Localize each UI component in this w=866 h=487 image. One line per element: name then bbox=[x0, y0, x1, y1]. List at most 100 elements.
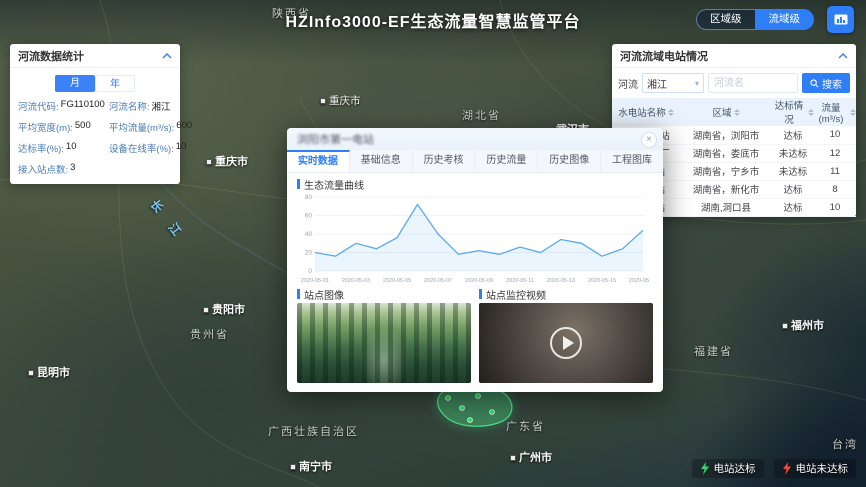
dashboard-panel-button[interactable] bbox=[827, 6, 854, 33]
lightning-icon bbox=[700, 462, 710, 475]
svg-text:2020-05-17: 2020-05-17 bbox=[629, 278, 649, 284]
toggle-basin-level[interactable]: 流域级 bbox=[755, 9, 815, 30]
modal-body: 生态流量曲线 0 20 40 60 80 2020-05-01 2020-05-03 2020… bbox=[287, 173, 663, 389]
sort-icon bbox=[668, 109, 674, 116]
site-video-section: 站点监控视频 bbox=[479, 287, 653, 383]
station-status-legend: 电站达标 电站未达标 bbox=[692, 459, 857, 478]
site-photo[interactable] bbox=[297, 303, 471, 383]
panel-title: 河流数据统计 bbox=[18, 48, 84, 64]
chevron-down-icon: ▾ bbox=[695, 79, 699, 88]
statistics-fields: 河流代码:FG110100 河流名称:湘江 平均宽度(m):500 平均流量(m… bbox=[18, 99, 172, 176]
city-marker-icon bbox=[28, 370, 34, 376]
city-marker-icon bbox=[320, 98, 326, 104]
tab-history-review[interactable]: 历史考核 bbox=[413, 150, 476, 172]
svg-text:2020-05-09: 2020-05-09 bbox=[465, 278, 493, 284]
legend-compliant[interactable]: 电站达标 bbox=[692, 459, 764, 478]
search-icon bbox=[810, 79, 819, 88]
city-marker-icon bbox=[510, 455, 516, 461]
column-station-name[interactable]: 水电站名称 bbox=[612, 98, 680, 126]
eco-flow-chart: 0 20 40 60 80 2020-05-01 2020-05-03 2020-05-05 2… bbox=[297, 191, 649, 285]
svg-text:2020-05-11: 2020-05-11 bbox=[506, 278, 534, 284]
modal-title: 浏阳市第一电站 bbox=[297, 131, 374, 147]
field-device-online-rate: 设备在线率(%):10 bbox=[109, 141, 192, 155]
map-label: 重庆市 bbox=[206, 153, 248, 169]
tab-month[interactable]: 月 bbox=[55, 75, 95, 92]
bar-chart-icon bbox=[833, 12, 849, 28]
map-label: 南宁市 bbox=[290, 458, 332, 474]
svg-text:80: 80 bbox=[305, 194, 313, 201]
chevron-up-icon bbox=[162, 53, 172, 59]
tab-project-gallery[interactable]: 工程图库 bbox=[601, 150, 663, 172]
map-label: 湖北省 bbox=[462, 107, 501, 123]
field-compliance-rate: 达标率(%):10 bbox=[18, 141, 105, 155]
svg-text:2020-05-15: 2020-05-15 bbox=[588, 278, 616, 284]
section-marker-icon bbox=[297, 289, 300, 299]
section-marker-icon bbox=[297, 179, 300, 189]
site-image-section: 站点图像 bbox=[297, 287, 471, 383]
media-row: 站点图像 站点监控视频 bbox=[297, 287, 653, 383]
sort-icon bbox=[734, 109, 740, 116]
river-name-input[interactable] bbox=[708, 73, 798, 93]
river-statistics-panel: 河流数据统计 月 年 河流代码:FG110100 河流名称:湘江 平均宽度(m)… bbox=[10, 44, 180, 184]
svg-text:60: 60 bbox=[305, 213, 313, 220]
tab-realtime-data[interactable]: 实时数据 bbox=[287, 150, 350, 172]
close-icon[interactable]: × bbox=[641, 132, 657, 148]
field-avg-width: 平均宽度(m):500 bbox=[18, 120, 105, 134]
panel-body: 月 年 河流代码:FG110100 河流名称:湘江 平均宽度(m):500 平均… bbox=[10, 68, 180, 184]
lightning-icon bbox=[782, 462, 792, 475]
panel-header: 河流流域电站情况 bbox=[612, 44, 856, 68]
sort-icon bbox=[850, 109, 856, 116]
legend-noncompliant[interactable]: 电站未达标 bbox=[774, 459, 857, 478]
column-region[interactable]: 区域 bbox=[680, 98, 772, 126]
city-marker-icon bbox=[290, 464, 296, 470]
svg-text:2020-05-07: 2020-05-07 bbox=[424, 278, 452, 284]
field-station-count: 接入站点数:3 bbox=[18, 162, 105, 176]
map-label: 贵阳市 bbox=[203, 301, 245, 317]
column-flow[interactable]: 流量(m³/s) bbox=[814, 98, 856, 126]
station-filter-row: 河流 湘江 ▾ 搜索 bbox=[612, 68, 856, 98]
svg-text:2020-05-05: 2020-05-05 bbox=[383, 278, 411, 284]
collapse-panel-button[interactable] bbox=[838, 53, 848, 59]
svg-text:2020-05-01: 2020-05-01 bbox=[301, 278, 329, 284]
collapse-panel-button[interactable] bbox=[162, 53, 172, 59]
section-marker-icon bbox=[479, 289, 482, 299]
svg-text:2020-05-13: 2020-05-13 bbox=[547, 278, 575, 284]
map-label: 广东省 bbox=[506, 418, 545, 434]
city-marker-icon bbox=[203, 307, 209, 313]
chevron-up-icon bbox=[838, 53, 848, 59]
toggle-region-level[interactable]: 区域级 bbox=[696, 9, 755, 30]
field-avg-flow: 平均流量(m³/s):600 bbox=[109, 120, 192, 134]
tab-history-images[interactable]: 历史图像 bbox=[538, 150, 601, 172]
map-label: 重庆市 bbox=[320, 93, 361, 108]
map-label: 贵州省 bbox=[190, 326, 229, 342]
map-label: 昆明市 bbox=[28, 364, 70, 380]
map-label: 广州市 bbox=[510, 449, 552, 465]
river-filter-label: 河流 bbox=[618, 76, 638, 91]
map-label: 台湾 bbox=[832, 436, 858, 452]
video-section-title: 站点监控视频 bbox=[479, 287, 653, 301]
tab-history-flow[interactable]: 历史流量 bbox=[475, 150, 538, 172]
map-label: 福建省 bbox=[694, 343, 733, 359]
tab-basic-info[interactable]: 基础信息 bbox=[350, 150, 413, 172]
video-player[interactable] bbox=[479, 303, 653, 383]
svg-text:0: 0 bbox=[308, 268, 312, 275]
city-marker-icon bbox=[782, 323, 788, 329]
svg-text:40: 40 bbox=[305, 231, 313, 238]
map-label: 广西壮族自治区 bbox=[268, 423, 359, 439]
table-header-row: 水电站名称 区域 达标情况 流量(m³/s) bbox=[612, 98, 856, 126]
svg-text:2020-05-03: 2020-05-03 bbox=[342, 278, 370, 284]
column-status[interactable]: 达标情况 bbox=[772, 98, 814, 126]
image-section-title: 站点图像 bbox=[297, 287, 471, 301]
chart-section-title: 生态流量曲线 bbox=[297, 177, 653, 191]
level-toggle: 区域级 流域级 bbox=[696, 9, 814, 30]
river-select[interactable]: 湘江 ▾ bbox=[642, 73, 704, 93]
play-icon[interactable] bbox=[550, 327, 582, 359]
panel-title: 河流流域电站情况 bbox=[620, 48, 708, 64]
city-marker-icon bbox=[206, 159, 212, 165]
tab-year[interactable]: 年 bbox=[95, 75, 135, 92]
svg-text:20: 20 bbox=[305, 250, 313, 257]
search-button[interactable]: 搜索 bbox=[802, 73, 850, 93]
modal-titlebar: 浏阳市第一电站 bbox=[287, 128, 663, 150]
field-river-code: 河流代码:FG110100 bbox=[18, 99, 105, 113]
map-label: 福州市 bbox=[782, 317, 824, 333]
